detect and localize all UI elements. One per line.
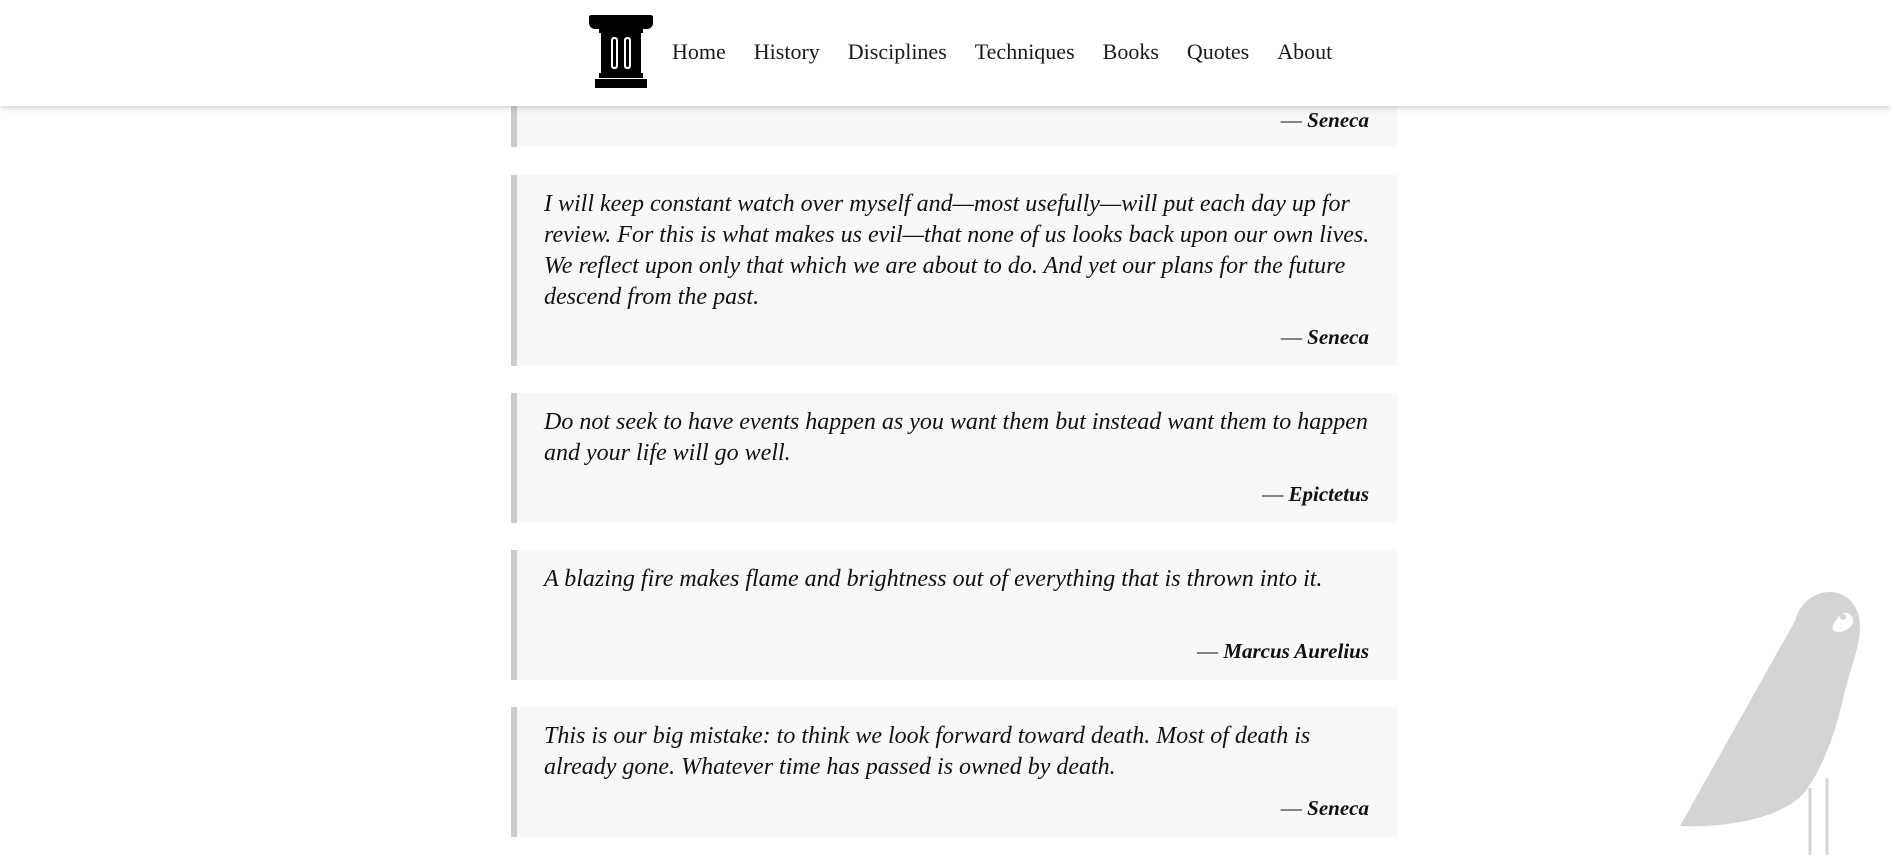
quote-dash: — <box>1280 325 1302 349</box>
nav-inner: Home History Disciplines Techniques Book… <box>589 14 1332 88</box>
quote-text: This is our big mistake: to think we loo… <box>544 723 1311 780</box>
quote-author-name: Epictetus <box>1288 482 1369 506</box>
column-pillar-icon[interactable] <box>589 13 653 89</box>
quote-dash: — <box>1197 639 1219 663</box>
quote-text: A blazing fire makes flame and brightnes… <box>544 566 1323 592</box>
quote-text: I will keep constant watch over myself a… <box>544 191 1370 310</box>
nav-links: Home History Disciplines Techniques Book… <box>672 39 1332 65</box>
top-navbar: Home History Disciplines Techniques Book… <box>0 0 1891 106</box>
quote-text: Do not seek to have events happen as you… <box>544 409 1368 466</box>
quote-author-name: Seneca <box>1307 325 1369 349</box>
quote-card: Do not seek to have events happen as you… <box>511 393 1397 523</box>
quote-dash: — <box>1280 796 1302 820</box>
nav-link-history[interactable]: History <box>754 39 820 65</box>
nav-link-about[interactable]: About <box>1277 39 1332 65</box>
quote-author: — Seneca <box>1281 796 1369 821</box>
bird-silhouette-icon <box>1680 592 1860 855</box>
quote-card: A blazing fire makes flame and brightnes… <box>511 550 1397 680</box>
quote-author: — Marcus Aurelius <box>1197 639 1369 664</box>
nav-link-quotes[interactable]: Quotes <box>1187 39 1249 65</box>
nav-link-techniques[interactable]: Techniques <box>975 39 1075 65</box>
quote-author: — Seneca <box>1281 108 1369 133</box>
quote-author-name: Seneca <box>1307 796 1369 820</box>
quote-card: This is our big mistake: to think we loo… <box>511 707 1397 837</box>
nav-link-home[interactable]: Home <box>672 39 726 65</box>
quote-author: — Seneca <box>1281 325 1369 350</box>
nav-link-disciplines[interactable]: Disciplines <box>848 39 947 65</box>
quote-card: I will keep constant watch over myself a… <box>511 175 1397 366</box>
quote-dash: — <box>1262 482 1284 506</box>
nav-link-books[interactable]: Books <box>1103 39 1159 65</box>
quote-author-name: Marcus Aurelius <box>1223 639 1369 663</box>
page: — Seneca I will keep constant watch over… <box>0 0 1891 855</box>
quote-author: — Epictetus <box>1262 482 1369 507</box>
quote-dash: — <box>1280 108 1302 132</box>
quote-author-name: Seneca <box>1307 108 1369 132</box>
